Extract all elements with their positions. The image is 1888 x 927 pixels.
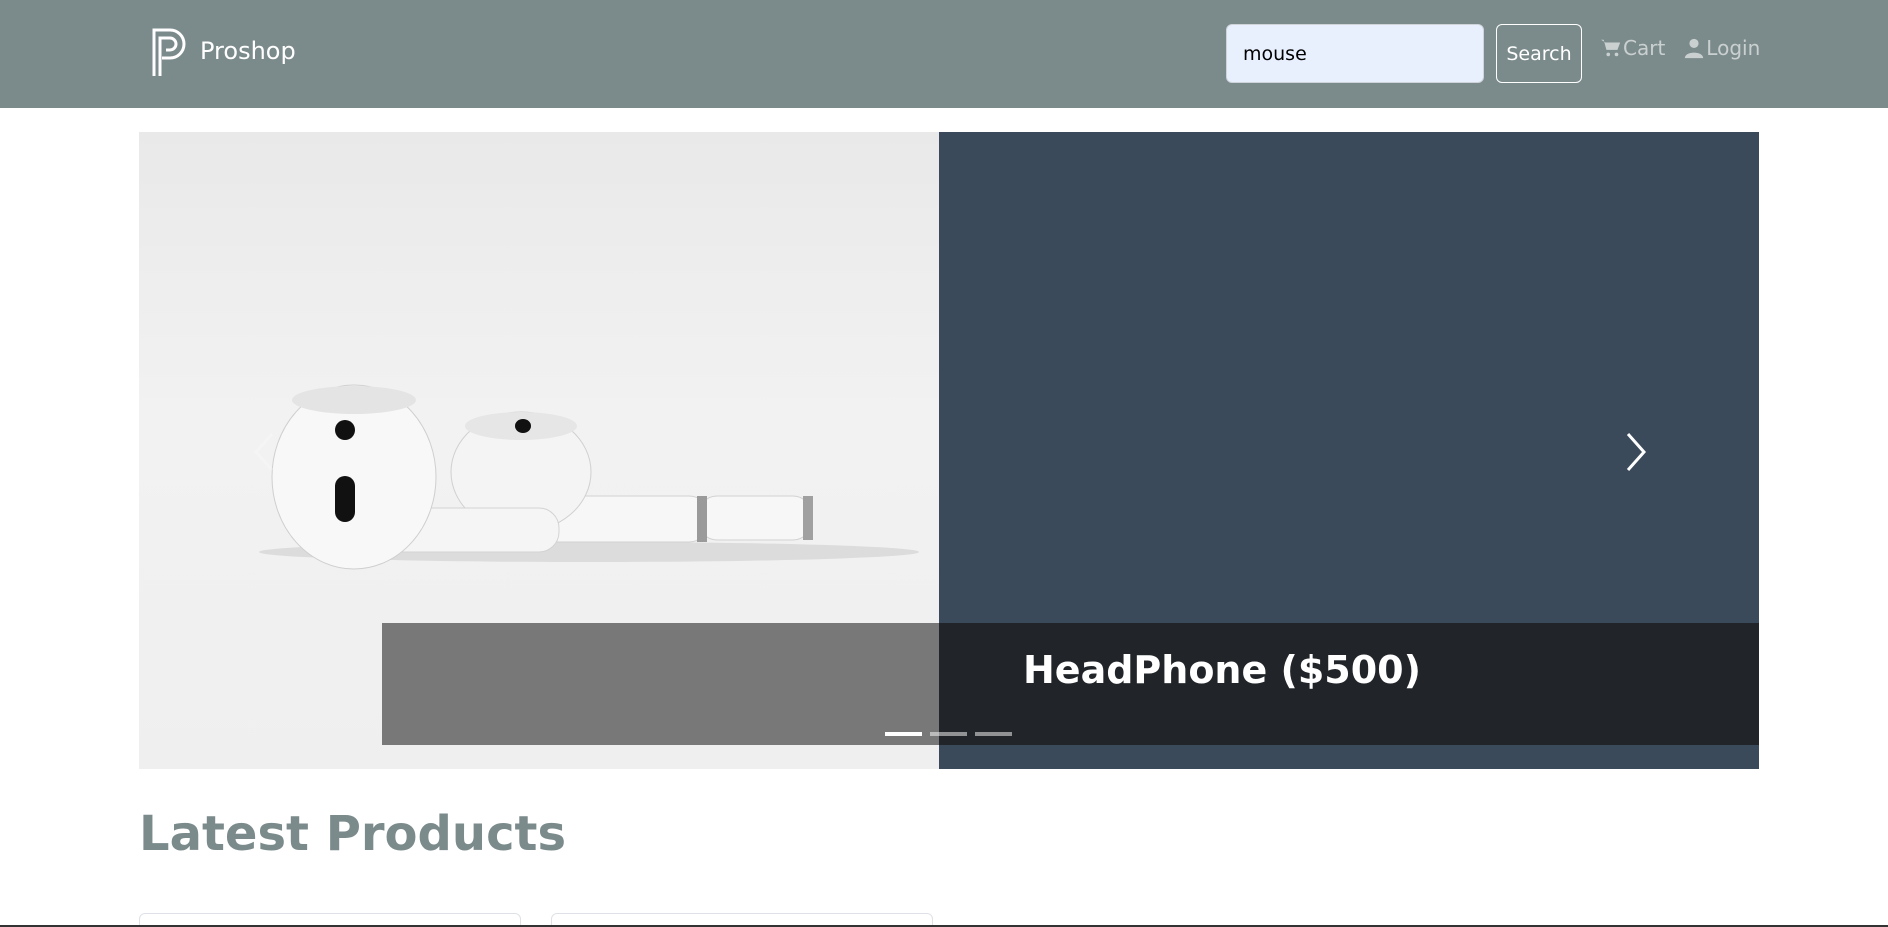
brand-name: Proshop [200, 37, 296, 65]
carousel-indicator-1[interactable] [885, 732, 922, 736]
login-label: Login [1706, 36, 1761, 60]
carousel-indicators [885, 732, 1020, 736]
carousel-next-button[interactable] [1616, 422, 1656, 482]
search-input[interactable] [1226, 24, 1484, 83]
login-link[interactable]: Login [1683, 36, 1760, 60]
cart-icon [1600, 39, 1621, 57]
latest-products-heading: Latest Products [139, 806, 567, 862]
carousel-caption[interactable]: HeadPhone ($500) [1023, 648, 1421, 692]
chevron-left-icon [253, 433, 274, 471]
user-icon [1685, 38, 1704, 59]
product-carousel: HeadPhone ($500) [139, 132, 1759, 769]
caption-band-overlay [382, 623, 939, 745]
carousel-indicator-2[interactable] [930, 732, 967, 736]
navbar: Proshop Search Cart Login [0, 0, 1888, 108]
search-button[interactable]: Search [1496, 24, 1582, 83]
carousel-prev-button[interactable] [244, 422, 284, 482]
proshop-logo-icon [152, 28, 186, 76]
search-form: Search [1226, 24, 1582, 83]
nav-links: Cart Login [1600, 36, 1778, 60]
carousel-indicator-3[interactable] [975, 732, 1012, 736]
chevron-right-icon [1626, 433, 1647, 471]
brand-link[interactable]: Proshop [150, 24, 296, 78]
cart-link[interactable]: Cart [1600, 36, 1665, 60]
cart-label: Cart [1623, 36, 1666, 60]
